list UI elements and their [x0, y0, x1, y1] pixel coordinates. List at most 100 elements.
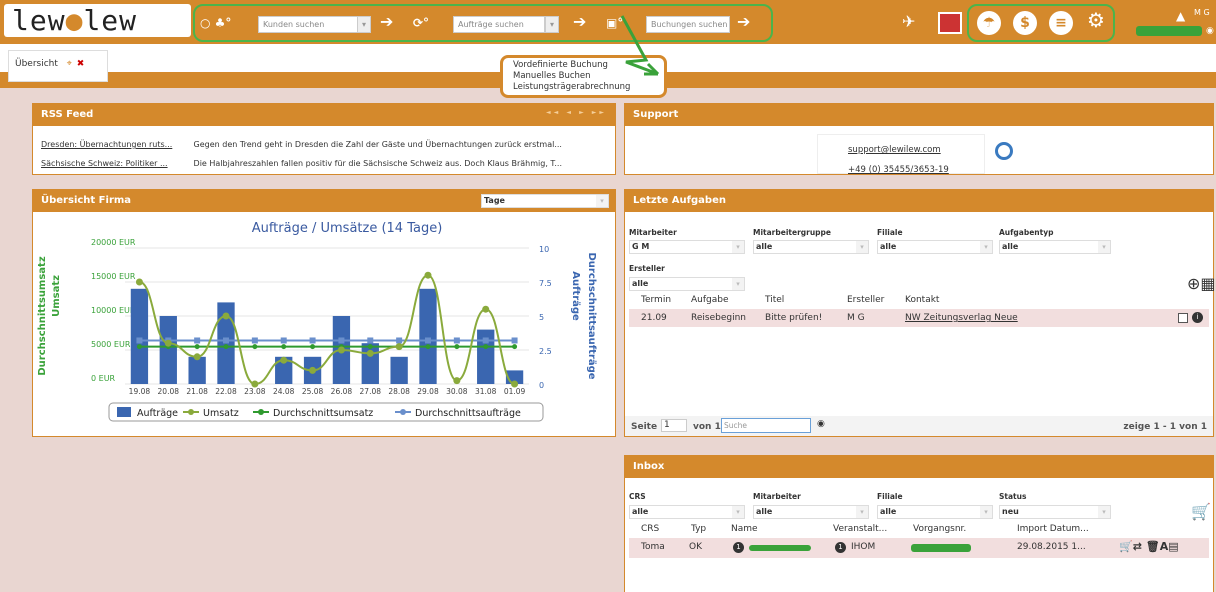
customer-search-input[interactable]: Kunden suchen	[258, 16, 358, 33]
pager-summary: zeige 1 - 1 von 1	[1123, 422, 1207, 432]
col-header[interactable]: Vorgangsnr.	[913, 524, 966, 534]
filter-employee-select[interactable]: G M ▾	[629, 240, 745, 254]
col-header[interactable]: Veranstalt...	[833, 524, 887, 534]
legend-label: Umsatz	[203, 408, 239, 419]
rss-nav-icons[interactable]: ◄◄ ◄ ► ►►	[546, 109, 607, 116]
order-search-dropdown[interactable]: ▾	[545, 16, 559, 33]
col-header[interactable]: Name	[731, 524, 758, 534]
x-tick-label: 01.09	[504, 387, 526, 396]
inbox-title: Inbox	[625, 456, 1213, 478]
dollar-icon[interactable]: $	[1013, 11, 1037, 35]
chart-title: Aufträge / Umsätze (14 Tage)	[252, 221, 443, 236]
col-header[interactable]: CRS	[641, 524, 659, 534]
filter-type-select[interactable]: alle ▾	[999, 240, 1111, 254]
task-checkbox[interactable]	[1178, 313, 1188, 323]
table-row[interactable]: 21.09 Reisebeginn Bitte prüfen! M G NW Z…	[629, 309, 1209, 327]
rss-row-text: Gegen den Trend geht in Dresden die Zahl…	[193, 140, 562, 149]
orders-icon[interactable]: ⟳°	[413, 13, 429, 33]
support-logo-icon	[995, 142, 1013, 160]
filter-group-select[interactable]: alle ▾	[753, 240, 869, 254]
durchschnittsumsatz-point	[310, 344, 316, 350]
col-header[interactable]: Kontakt	[905, 295, 939, 305]
filter-creator-select[interactable]: alle ▾	[629, 277, 745, 291]
task-search-input[interactable]: Suche	[721, 418, 811, 433]
period-select[interactable]: Tage ▾	[481, 194, 609, 208]
durchschnittsumsatz-point	[194, 344, 200, 350]
page-input[interactable]: 1	[661, 419, 687, 432]
col-header[interactable]: Ersteller	[847, 295, 884, 305]
col-header[interactable]: Termin	[641, 295, 671, 305]
rss-row-title[interactable]: Sächsische Schweiz: Politiker ...	[41, 159, 191, 168]
y-left-inner-label: Umsatz	[51, 275, 62, 317]
filter-label: Ersteller	[629, 264, 665, 273]
pin-icon[interactable]: ⌖	[67, 59, 72, 69]
durchschnittsauftraege-point	[338, 337, 345, 344]
user-initials[interactable]: M G	[1194, 8, 1210, 17]
durchschnittsauftraege-point	[194, 337, 201, 344]
customers-icon[interactable]: ○ ♣°	[200, 13, 231, 33]
plane-icon[interactable]: ✈	[902, 12, 915, 32]
tasks-title: Letzte Aufgaben	[625, 190, 1213, 212]
durchschnittsauftraege-point	[425, 337, 431, 344]
rss-row-title[interactable]: Dresden: Übernachtungen ruts...	[41, 140, 191, 149]
filter-branch-select[interactable]: alle ▾	[877, 505, 993, 519]
order-search-input[interactable]: Aufträge suchen	[453, 16, 545, 33]
logo[interactable]: lew●lew	[4, 4, 191, 37]
tab-overview[interactable]: Übersicht ⌖ ✖	[8, 50, 108, 82]
bar-auftraege	[361, 343, 379, 384]
tasks-panel: Letzte Aufgaben Mitarbeiter G M ▾ Mitarbe…	[624, 189, 1216, 437]
cart-icon[interactable]: 🛒	[1191, 502, 1211, 521]
close-icon[interactable]: ✖	[77, 59, 85, 69]
support-email[interactable]: support@lewilew.com	[848, 145, 941, 155]
tasks-pager: Seite 1 von 1 Suche ◉ zeige 1 - 1 von 1	[625, 416, 1213, 436]
filter-label: Mitarbeiter	[629, 228, 677, 237]
customer-search-dropdown[interactable]: ▾	[357, 16, 371, 33]
rss-row[interactable]: Dresden: Übernachtungen ruts... Gegen de…	[41, 140, 562, 149]
menu-item-supplier-billing[interactable]: Leistungsträgerabrechnung	[513, 82, 654, 93]
booking-search-go-icon[interactable]: ➔	[737, 12, 750, 32]
name-count-badge: 1	[733, 542, 744, 553]
umsatz-point	[395, 343, 403, 351]
filter-status-select[interactable]: neu ▾	[999, 505, 1111, 519]
bar-auftraege	[159, 316, 177, 384]
rss-row-text: Die Halbjahreszahlen fallen positiv für …	[193, 159, 562, 168]
col-header[interactable]: Typ	[691, 524, 706, 534]
umsatz-point	[135, 278, 143, 286]
cell-import-date: 29.08.2015 1...	[1017, 542, 1086, 552]
durchschnittsumsatz-point	[454, 344, 460, 350]
top-bar: lew●lew ○ ♣° Kunden suchen ▾ ➔ ⟳° Aufträ…	[0, 0, 1216, 44]
order-search-go-icon[interactable]: ➔	[573, 12, 586, 32]
cell-date: 21.09	[641, 313, 667, 323]
filter-employee-select[interactable]: alle ▾	[753, 505, 869, 519]
partner-logo-icon[interactable]	[938, 12, 962, 34]
umsatz-point	[482, 305, 490, 313]
brochure-icon[interactable]: ☂	[977, 11, 1001, 35]
list-icon[interactable]: ≡	[1049, 11, 1073, 35]
x-tick-label: 23.08	[244, 387, 266, 396]
customer-search-go-icon[interactable]: ➔	[380, 12, 393, 32]
umsatz-point	[164, 339, 172, 347]
info-icon[interactable]: i	[1192, 312, 1203, 323]
search-go-icon[interactable]: ◉	[817, 419, 825, 429]
legend-marker	[258, 409, 264, 415]
rss-row[interactable]: Sächsische Schweiz: Politiker ... Die Ha…	[41, 159, 562, 168]
umsatz-point	[222, 312, 230, 320]
settings-icon[interactable]: ⚙	[1087, 10, 1105, 30]
add-task-icon[interactable]: ⊕▦	[1187, 274, 1216, 293]
row-action-icons[interactable]: 🛒⇄ 🗑A▤	[1119, 540, 1179, 553]
bell-icon[interactable]: ▲	[1176, 6, 1185, 26]
support-phone[interactable]: +49 (0) 35455/3653-19	[848, 165, 949, 175]
col-header[interactable]: Import Datum...	[1017, 524, 1089, 534]
filter-crs-select[interactable]: alle ▾	[629, 505, 745, 519]
cell-contact[interactable]: NW Zeitungsverlag Neue	[905, 313, 1018, 323]
x-tick-label: 31.08	[475, 387, 497, 396]
filter-branch-select[interactable]: alle ▾	[877, 240, 993, 254]
col-header[interactable]: Aufgabe	[691, 295, 729, 305]
x-tick-label: 25.08	[302, 387, 324, 396]
y-right-tick-label: 0	[539, 381, 544, 390]
table-row[interactable]: Toma OK 1 1 IHOM 29.08.2015 1... 🛒⇄ 🗑A▤	[629, 538, 1209, 558]
tab-overview-label: Übersicht	[15, 59, 58, 69]
col-header[interactable]: Titel	[765, 295, 784, 305]
user-menu-icon[interactable]: ◉	[1206, 26, 1214, 36]
x-tick-label: 20.08	[158, 387, 180, 396]
